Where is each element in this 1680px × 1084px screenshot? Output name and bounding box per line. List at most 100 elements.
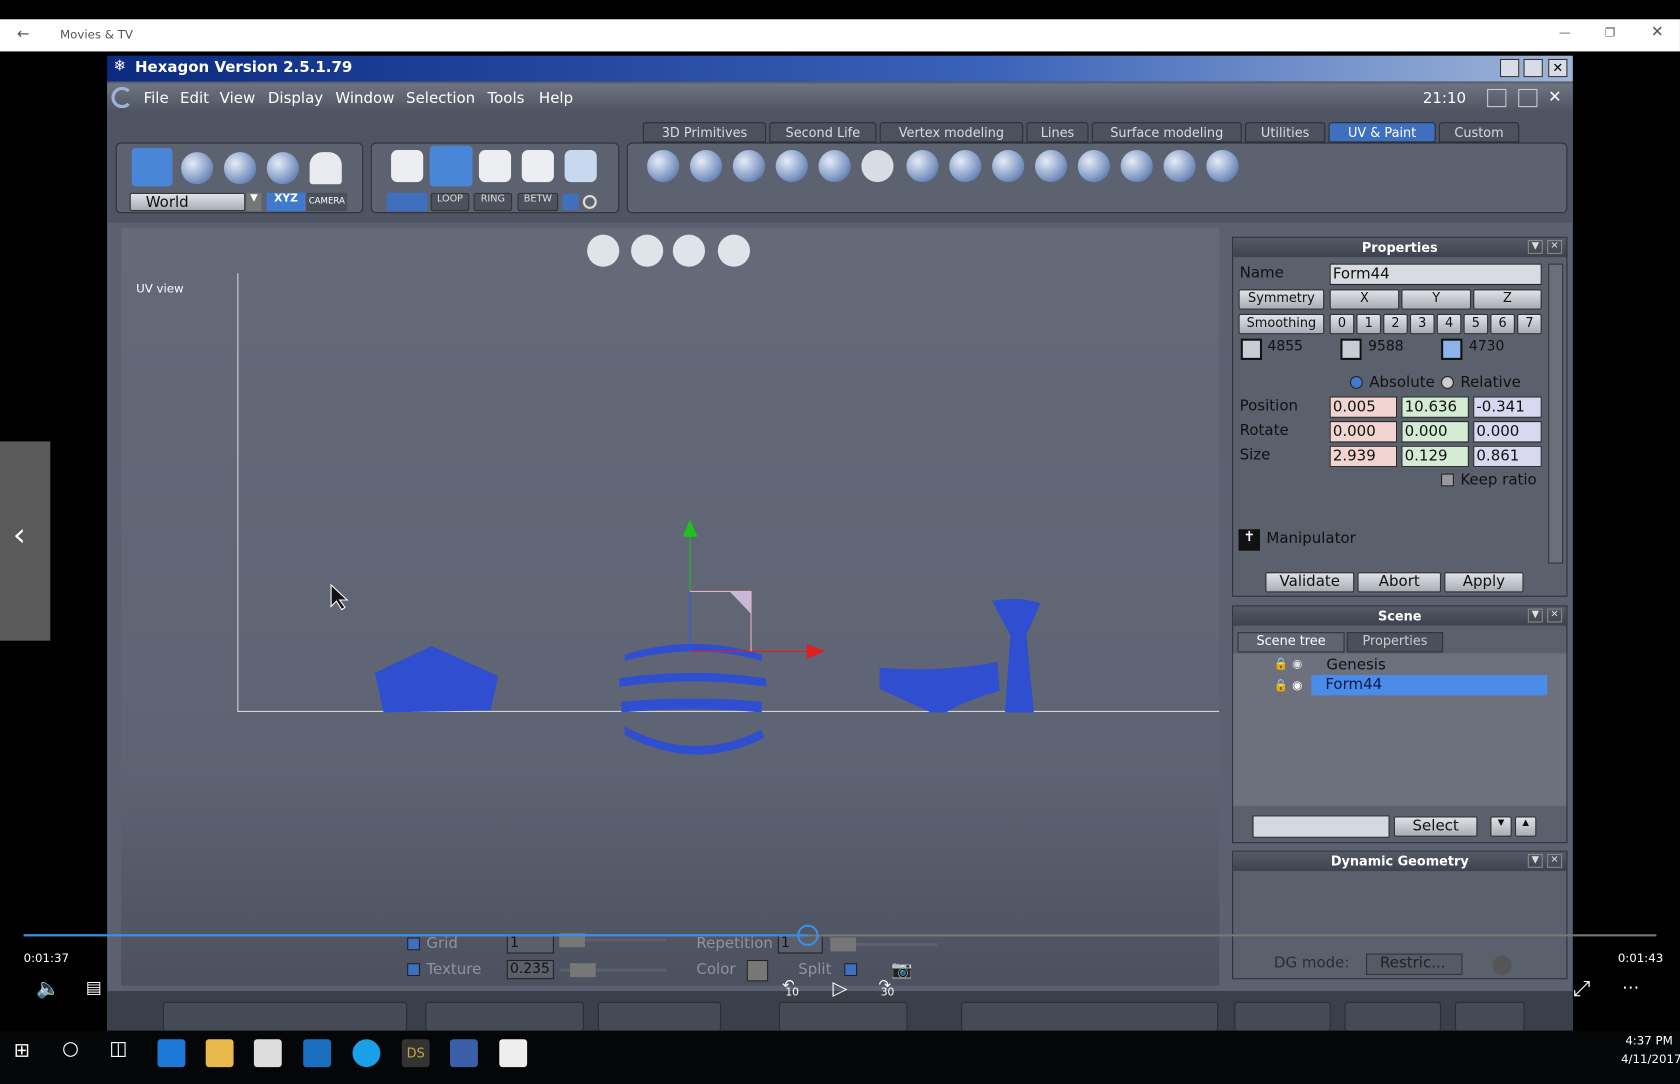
minimize-button[interactable] [1499, 58, 1520, 78]
more-options-icon[interactable]: ⋯ [1622, 977, 1639, 997]
uv-relax-icon[interactable] [1163, 149, 1196, 183]
split-checkbox[interactable] [844, 963, 858, 977]
size-z-input[interactable]: 0.861 [1473, 445, 1542, 468]
select-arrow-icon[interactable] [131, 147, 173, 187]
uv-weld-icon[interactable] [1206, 149, 1239, 183]
seek-thumb[interactable] [796, 924, 819, 947]
smoothing-level-0[interactable]: 0 [1329, 313, 1355, 335]
tab-3d-primitives[interactable]: 3D Primitives [642, 122, 767, 143]
eye-icon[interactable]: ◉ [1292, 678, 1302, 692]
scene-item-genesis[interactable]: Genesis [1326, 657, 1385, 674]
manipulator-buttons[interactable] [778, 1001, 908, 1032]
scale-icon[interactable] [223, 152, 257, 185]
hexagon-taskbar-icon[interactable] [449, 1039, 478, 1068]
rotate-icon[interactable] [181, 152, 214, 185]
close-button[interactable]: ✕ [1548, 58, 1568, 78]
uv-sphere-icon[interactable] [647, 149, 680, 183]
seek-bar[interactable] [23, 924, 1657, 947]
keep-ratio-checkbox[interactable] [1441, 473, 1454, 487]
smoothing-level-4[interactable]: 4 [1436, 313, 1462, 335]
smoothing-level-6[interactable]: 6 [1490, 313, 1515, 335]
movies-tv-taskbar-icon[interactable] [499, 1039, 528, 1068]
rotate-z-input[interactable]: 0.000 [1473, 421, 1542, 443]
tab-lines[interactable]: Lines [1026, 122, 1089, 143]
file-explorer-icon[interactable] [205, 1039, 234, 1068]
chevron-down-icon[interactable]: ▼ [246, 192, 262, 212]
relative-radio[interactable] [1441, 376, 1454, 389]
smoothing-button[interactable]: Smoothing [1238, 313, 1325, 335]
restore-icon[interactable]: ❐ [1605, 26, 1616, 40]
universal-manipulator-icon[interactable] [266, 152, 299, 185]
uv-box-icon[interactable] [775, 149, 808, 183]
size-x-input[interactable]: 2.939 [1329, 445, 1398, 468]
menu-display[interactable]: Display [268, 90, 323, 107]
uv-viewport[interactable]: UV view [121, 228, 1220, 986]
viewport-layout-buttons[interactable] [162, 1001, 408, 1032]
uv-auto-icon[interactable] [818, 149, 851, 183]
symmetry-y-button[interactable]: Y [1401, 289, 1472, 310]
tab-utilities[interactable]: Utilities [1244, 122, 1326, 143]
lock-icon[interactable]: 🔒 [1274, 657, 1289, 671]
edge-browser-icon[interactable] [157, 1039, 186, 1068]
maximize-button[interactable] [1523, 58, 1543, 78]
daz-studio-icon[interactable]: DS [401, 1039, 430, 1068]
skype-icon[interactable] [352, 1039, 381, 1068]
absolute-radio[interactable] [1349, 376, 1363, 389]
grid-checkbox[interactable] [407, 937, 420, 951]
menu-help[interactable]: Help [539, 90, 573, 107]
camera-button[interactable]: CAMERA [306, 192, 348, 212]
close-icon[interactable]: ✕ [1547, 853, 1563, 868]
capture-buttons[interactable] [1454, 1001, 1525, 1032]
volume-icon[interactable]: 🔈 [36, 977, 60, 999]
play-icon[interactable]: ▷ [832, 977, 847, 999]
doc-maximize-button[interactable] [1518, 88, 1538, 108]
tab-scene-tree[interactable]: Scene tree [1237, 632, 1345, 653]
ghost-icon[interactable] [309, 152, 342, 185]
repetition-slider[interactable] [830, 937, 938, 952]
smoothing-level-2[interactable]: 2 [1383, 313, 1408, 335]
ring-button[interactable]: RING [473, 192, 513, 212]
edge-mode-icon[interactable] [478, 149, 512, 183]
fullscreen-icon[interactable]: ⤢ [1573, 975, 1590, 1001]
manipulator-label[interactable]: Manipulator [1266, 530, 1355, 547]
previous-button[interactable]: ‹ [0, 441, 51, 641]
rect-select-icon[interactable] [562, 193, 579, 210]
tab-custom[interactable]: Custom [1438, 122, 1520, 143]
uv-flag-icon[interactable] [1034, 149, 1068, 183]
smoothing-level-7[interactable]: 7 [1517, 313, 1542, 335]
outlook-icon[interactable] [303, 1039, 332, 1068]
tab-scene-properties[interactable]: Properties [1346, 632, 1444, 653]
select-button[interactable]: Select [1393, 816, 1478, 837]
uv-cut-icon[interactable] [992, 149, 1025, 183]
vertex-mode-icon[interactable] [521, 149, 554, 183]
apply-button[interactable]: Apply [1444, 572, 1524, 593]
render-buttons[interactable] [1234, 1001, 1331, 1032]
collapse-icon[interactable]: ▼ [1527, 853, 1543, 868]
uv-display-buttons[interactable] [425, 1001, 584, 1032]
move-up-icon[interactable]: ▲ [1514, 816, 1537, 837]
menu-window[interactable]: Window [335, 90, 394, 107]
close-icon[interactable]: ✕ [1547, 239, 1563, 254]
tab-surface-modeling[interactable]: Surface modeling [1091, 122, 1242, 143]
tab-second-life[interactable]: Second Life [769, 122, 877, 143]
scene-item-form44[interactable]: Form44 [1325, 676, 1382, 693]
smoothing-level-1[interactable]: 1 [1356, 313, 1382, 335]
repetition-slider-thumb[interactable] [830, 937, 857, 952]
menu-view[interactable]: View [220, 90, 256, 107]
doc-close-button[interactable]: ✕ [1548, 87, 1561, 106]
smoothing-level-3[interactable]: 3 [1409, 313, 1435, 335]
grid-input[interactable]: 1 [506, 934, 554, 954]
smoothing-level-5[interactable]: 5 [1463, 313, 1489, 335]
position-y-input[interactable]: 10.636 [1401, 396, 1469, 418]
size-y-input[interactable]: 0.129 [1401, 445, 1469, 468]
symmetry-x-button[interactable]: X [1329, 289, 1400, 310]
face-mode-icon[interactable] [429, 145, 473, 187]
position-z-input[interactable]: -0.341 [1473, 396, 1542, 418]
camera-icon[interactable]: 📷 [891, 959, 912, 979]
texture-checkbox[interactable] [407, 963, 420, 977]
uv-paint-icon[interactable] [1077, 149, 1110, 183]
between-button[interactable]: BETW [517, 192, 559, 212]
grid-slider[interactable] [559, 933, 667, 948]
store-icon[interactable] [253, 1039, 282, 1068]
uv-brush-icon[interactable] [1120, 149, 1153, 183]
